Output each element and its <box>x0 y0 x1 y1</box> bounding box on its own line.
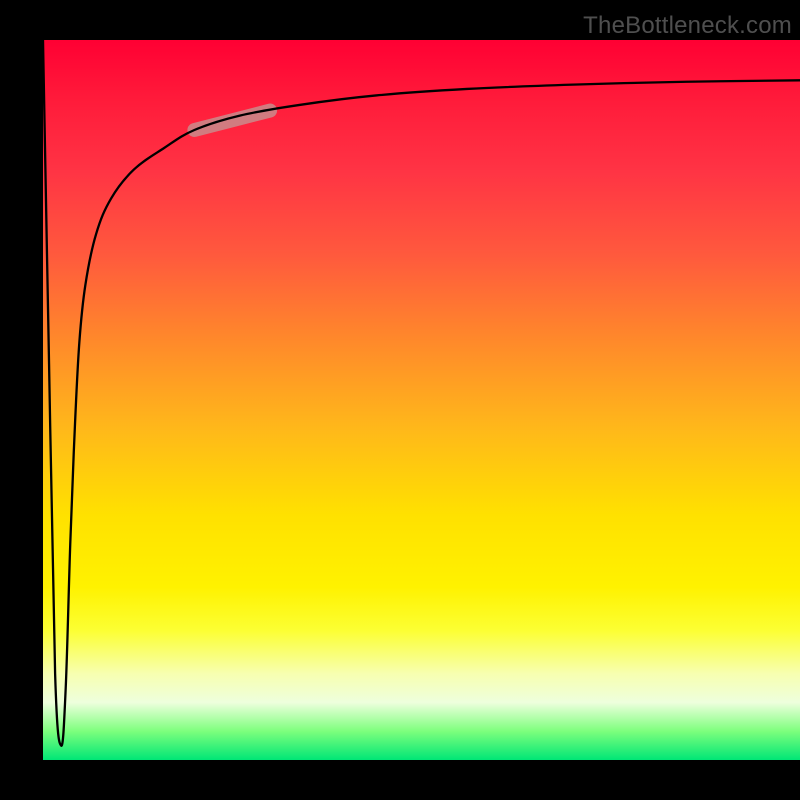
bottleneck-curve <box>43 40 800 746</box>
plot-area <box>43 40 800 760</box>
chart-frame: TheBottleneck.com <box>0 0 800 800</box>
curve-svg <box>43 40 800 760</box>
attribution-watermark: TheBottleneck.com <box>583 12 792 40</box>
curve-highlight <box>194 111 270 130</box>
